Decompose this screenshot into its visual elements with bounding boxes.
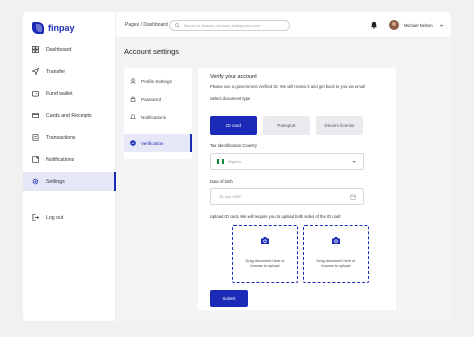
doc-type-drivers-license-button[interactable]: Drivers license [316,116,363,135]
dob-label: Date of birth [210,179,233,184]
submit-button[interactable]: Submit [210,290,248,307]
sidebar-item-fund-wallet[interactable]: Fund wallet [23,84,116,103]
wallet-icon [32,90,39,97]
camera-icon [261,237,269,244]
user-name[interactable]: Michael Nelson [404,23,433,28]
verification-panel: Verify your account Please use a governm… [198,68,396,310]
sidebar-item-settings[interactable]: Settings [23,172,116,191]
user-icon [130,78,136,84]
gear-icon [32,178,39,185]
bell-icon [130,114,136,120]
sidebar-item-transfer[interactable]: Transfer [23,62,116,81]
sidebar-item-label: Fund wallet [46,90,73,97]
logo[interactable]: finpay [32,22,75,34]
chevron-down-icon [352,161,356,163]
sidebar: finpay Dashboard Transfer Fund wallet Ca… [23,12,116,321]
sidebar-item-cards-and-receipts[interactable]: Cards and Receipts [23,106,116,125]
settings-item-profile[interactable]: Profile Settings [124,72,192,90]
settings-item-label: Verification [141,140,164,146]
send-icon [32,68,39,75]
dob-input[interactable]: 26 Jan 1997 [210,188,364,205]
breadcrumb[interactable]: Pages / Dashboard [125,22,168,28]
transactions-icon [32,134,39,141]
sidebar-item-label: Cards and Receipts [46,112,92,119]
sidebar-item-label: Transfer [46,68,66,75]
upload-back-dropzone[interactable]: Drag document here or browse to upload [303,225,369,283]
upload-hint: Drag document here or browse to upload [316,259,356,268]
doc-type-id-card-button[interactable]: ID card [210,116,257,135]
upload-hint: Drag document here or browse to upload [245,259,285,268]
camera-icon [332,237,340,244]
search-icon [175,23,180,28]
nigeria-flag-icon [217,159,224,164]
chevron-down-icon[interactable] [439,23,444,28]
card-icon [32,112,39,119]
sidebar-item-notifications[interactable]: Notifications [23,150,116,169]
upload-front-dropzone[interactable]: Drag document here or browse to upload [232,225,298,283]
country-select[interactable]: Nigeria [210,153,364,170]
bell-icon[interactable] [370,21,378,29]
verify-subtitle: Please use a government verified ID. We … [210,84,365,89]
calendar-icon[interactable] [350,194,356,200]
app-window: finpay Dashboard Transfer Fund wallet Ca… [23,12,451,321]
sidebar-item-log-out[interactable]: Log out [23,208,116,227]
avatar[interactable] [389,20,399,30]
notification-icon [32,156,39,163]
settings-item-label: Password [141,96,162,102]
settings-nav: Profile Settings Password Notifications … [124,68,192,159]
sidebar-item-label: Notifications [46,156,75,163]
settings-item-password[interactable]: Password [124,90,192,108]
settings-item-notifications[interactable]: Notifications [124,108,192,126]
search-placeholder: Search for features, services, settings … [184,23,261,28]
page-title: Account settings [124,47,180,56]
settings-item-label: Profile Settings [141,78,172,84]
sidebar-item-label: Log out [46,214,64,221]
finpay-logo-icon [32,22,44,34]
topbar: Pages / Dashboard Search for features, s… [116,12,451,38]
sidebar-item-label: Transactions [46,134,76,141]
settings-item-label: Notifications [141,114,167,120]
lock-icon [130,96,136,102]
sidebar-item-label: Dashboard [46,46,72,53]
logout-icon [32,214,39,221]
check-circle-icon [130,140,136,146]
search-input[interactable]: Search for features, services, settings … [169,20,290,31]
sidebar-item-dashboard[interactable]: Dashboard [23,40,116,59]
doc-type-passport-button[interactable]: Passport [263,116,310,135]
grid-icon [32,46,39,53]
settings-item-verification[interactable]: Verification [124,134,192,152]
verify-title: Verify your account [210,74,257,80]
brand-name: finpay [48,23,75,33]
upload-label: Upload ID card, We will require you to u… [210,214,341,219]
sidebar-item-transactions[interactable]: Transactions [23,128,116,147]
sidebar-item-label: Settings [46,178,65,185]
country-label: Tax Identification Country [210,143,258,148]
country-value: Nigeria [228,159,241,164]
dob-value: 26 Jan 1997 [219,194,242,199]
doc-type-label: Select document type [210,96,251,101]
